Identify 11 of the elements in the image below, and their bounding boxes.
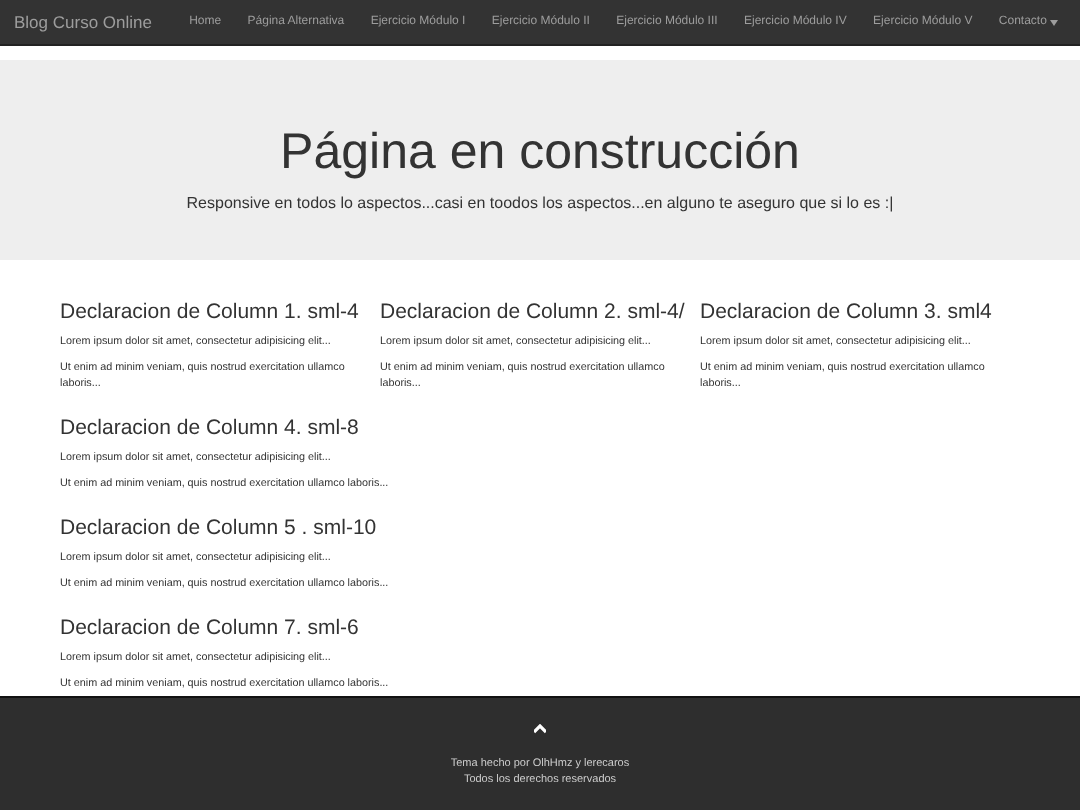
column-heading: Declaracion de Column 5 . sml-10 (60, 516, 379, 540)
column-heading: Declaracion de Column 2. sml-4/ (380, 300, 687, 324)
column-heading: Declaracion de Column 4. sml-8 (60, 416, 361, 440)
column-heading: Declaracion de Column 7. sml-6 (60, 616, 361, 640)
brand-link[interactable]: Blog Curso Online (14, 12, 152, 32)
hero-subtitle: Responsive en todos lo aspectos...casi en toodos los aspectos...en alguno te aseguro que si lo es :| (186, 194, 894, 212)
caret-icon (1050, 19, 1059, 25)
hero-title: Página en construcción (280, 124, 800, 182)
column-heading: Declaracion de Column 1. sml-4 (60, 300, 361, 324)
column-heading: Declaracion de Column 3. sml4 (700, 300, 994, 324)
up-chevron-icon[interactable] (534, 724, 546, 734)
